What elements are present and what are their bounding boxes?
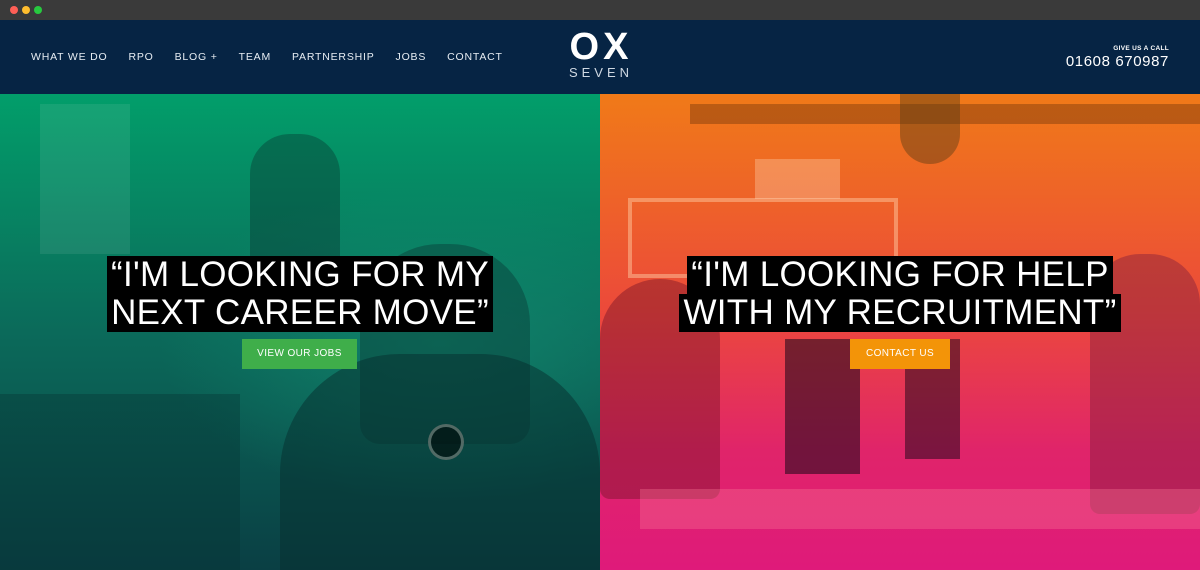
hero-left-quote: “I'M LOOKING FOR MY NEXT CAREER MOVE” [0, 256, 600, 332]
call-block: GIVE US A CALL 01608 670987 [1066, 45, 1169, 70]
main-nav: WHAT WE DO RPO BLOG + TEAM PARTNERSHIP J… [31, 51, 524, 63]
minimize-window-icon[interactable] [22, 6, 30, 14]
nav-item-team[interactable]: TEAM [239, 51, 271, 63]
logo-wordmark-top: OX [569, 26, 633, 68]
contact-us-button[interactable]: CONTACT US [850, 339, 950, 369]
browser-chrome [0, 0, 1200, 20]
nav-item-what-we-do[interactable]: WHAT WE DO [31, 51, 107, 63]
nav-item-rpo[interactable]: RPO [128, 51, 153, 63]
monitor-shape [785, 339, 860, 474]
nav-item-contact[interactable]: CONTACT [447, 51, 503, 63]
quote-line: “I'M LOOKING FOR HELP [687, 256, 1113, 294]
quote-line: “I'M LOOKING FOR MY [107, 256, 493, 294]
background-photo-shape [40, 104, 130, 254]
quote-line: WITH MY RECRUITMENT” [679, 294, 1121, 332]
view-our-jobs-button[interactable]: VIEW OUR JOBS [242, 339, 357, 369]
maximize-window-icon[interactable] [34, 6, 42, 14]
picture-frame-shape [755, 159, 840, 199]
plant-shape [900, 94, 960, 164]
hero-right-quote: “I'M LOOKING FOR HELP WITH MY RECRUITMEN… [600, 256, 1200, 332]
desk-shape [640, 489, 1200, 529]
call-label: GIVE US A CALL [1113, 45, 1169, 52]
site-logo[interactable]: OX SEVEN [565, 28, 637, 80]
background-photo-shape [0, 394, 240, 570]
nav-item-blog[interactable]: BLOG + [175, 51, 218, 63]
close-window-icon[interactable] [10, 6, 18, 14]
background-photo-shape [280, 354, 600, 570]
headset-shape [428, 424, 464, 460]
nav-item-jobs[interactable]: JOBS [396, 51, 427, 63]
hero-left-panel: “I'M LOOKING FOR MY NEXT CAREER MOVE” VI… [0, 94, 600, 570]
logo-wordmark-bottom: SEVEN [568, 65, 634, 80]
site-header: WHAT WE DO RPO BLOG + TEAM PARTNERSHIP J… [0, 20, 1200, 94]
phone-number-link[interactable]: 01608 670987 [1066, 53, 1169, 70]
nav-item-partnership[interactable]: PARTNERSHIP [292, 51, 375, 63]
quote-line: NEXT CAREER MOVE” [107, 294, 493, 332]
hero-right-panel: “I'M LOOKING FOR HELP WITH MY RECRUITMEN… [600, 94, 1200, 570]
